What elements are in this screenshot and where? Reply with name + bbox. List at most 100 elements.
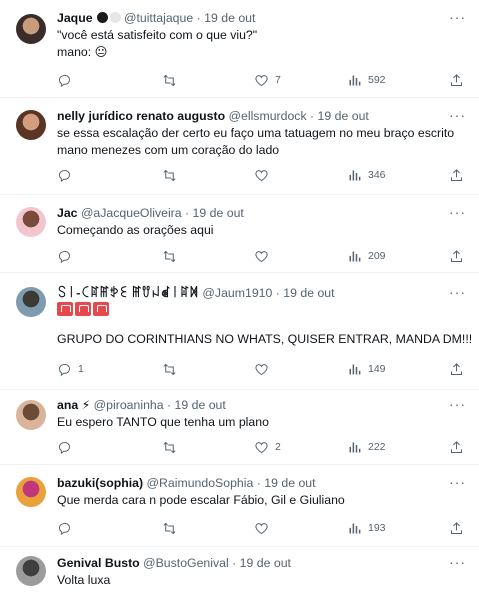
user-handle[interactable]: @aJacqueOliveira — [78, 206, 182, 220]
tweet-content: nelly jurídico renato augusto @ellsmurdo… — [57, 108, 455, 159]
share-icon — [451, 362, 462, 375]
reply-icon — [59, 250, 70, 263]
display-name[interactable]: Jaque — [57, 11, 93, 25]
views-icon — [349, 442, 361, 452]
share-button[interactable] — [449, 247, 464, 265]
reply-button[interactable]: 1 — [57, 360, 84, 378]
tweet-date[interactable]: 19 de out — [318, 109, 369, 123]
views-count: 149 — [368, 363, 386, 375]
reply-icon — [59, 522, 70, 535]
avatar[interactable] — [16, 207, 46, 237]
views-button[interactable]: 222 — [347, 438, 386, 456]
share-button[interactable] — [449, 519, 464, 537]
heart-icon — [255, 74, 268, 86]
tweet-date[interactable]: 19 de out — [175, 398, 226, 412]
views-button[interactable]: 209 — [347, 247, 386, 265]
display-name[interactable]: ana ⚡ — [57, 398, 90, 412]
heart-icon — [255, 522, 268, 534]
share-button[interactable] — [449, 438, 464, 456]
reply-icon — [59, 169, 70, 182]
like-button[interactable] — [254, 519, 269, 537]
reply-button[interactable] — [57, 166, 72, 184]
siren-icon — [57, 302, 73, 316]
display-name[interactable]: Genival Busto — [57, 556, 140, 570]
tweet-actions: 1 149 — [57, 360, 469, 378]
tweet-text-line — [57, 321, 455, 331]
share-button[interactable] — [449, 360, 464, 378]
reply-button[interactable] — [57, 519, 72, 537]
tweet-date[interactable]: 19 de out — [264, 476, 315, 490]
views-button[interactable]: 346 — [347, 166, 386, 184]
like-button[interactable]: 7 — [254, 71, 281, 89]
like-button[interactable]: 2 — [254, 438, 281, 456]
display-name[interactable]: bazuki(sophia) — [57, 476, 143, 490]
retweet-button[interactable] — [162, 519, 177, 537]
views-button[interactable]: 193 — [347, 519, 386, 537]
share-button[interactable] — [449, 166, 464, 184]
retweet-icon — [163, 441, 176, 453]
tweet[interactable]: ··· bazuki(sophia) @RaimundoSophia · 19 d… — [0, 465, 479, 547]
tweet[interactable]: ··· Jaque @tuittajaque · 19 de out "você e… — [0, 0, 479, 98]
like-button[interactable] — [254, 360, 269, 378]
share-button[interactable] — [449, 71, 464, 89]
views-count: 222 — [368, 441, 386, 453]
avatar[interactable] — [16, 400, 46, 430]
avatar[interactable] — [16, 14, 46, 44]
avatar[interactable] — [16, 477, 46, 507]
display-name[interactable]: Jac — [57, 206, 78, 220]
avatar[interactable] — [16, 110, 46, 140]
like-button[interactable] — [254, 247, 269, 265]
tweet-content: Jac @aJacqueOliveira · 19 de out Começand… — [57, 205, 455, 239]
retweet-button[interactable] — [162, 71, 177, 89]
share-icon — [451, 521, 462, 534]
avatar[interactable] — [16, 556, 46, 586]
views-icon — [349, 364, 361, 374]
tweet[interactable]: ··· ana ⚡ @piroaninha · 19 de out Eu esper… — [0, 390, 479, 465]
tweet-header: Jac @aJacqueOliveira · 19 de out — [57, 205, 455, 221]
heart-icon — [255, 363, 268, 375]
reply-icon — [59, 74, 70, 87]
reply-button[interactable] — [57, 247, 72, 265]
separator-dot: · — [181, 206, 193, 220]
tweet-date[interactable]: 19 de out — [240, 556, 291, 570]
tweet-text-line: mano menezes com um coração do lado — [57, 143, 280, 157]
tweet-content: Jaque @tuittajaque · 19 de out "você está… — [57, 10, 455, 61]
retweet-button[interactable] — [162, 166, 177, 184]
display-name[interactable]: ꇙ꒐-ꉔꍏꂵꉣꏂ ꂵꀎꈤꀷ꒐ꍏꁒ — [57, 286, 199, 300]
tweet[interactable]: ··· ꇙ꒐-ꉔꍏꂵꉣꏂ ꂵꀎꈤꀷ꒐ꍏꁒ @Jaum1910 · 19 de ou… — [0, 273, 479, 390]
tweet-date[interactable]: 19 de out — [283, 286, 334, 300]
user-handle[interactable]: @ellsmurdock — [225, 109, 307, 123]
tweet-text-line: mano: 😐 — [57, 45, 108, 59]
tweet-text-line: se essa escalação der certo eu faço uma … — [57, 126, 455, 140]
tweet[interactable]: ··· Genival Busto @BustoGenival · 19 de o… — [0, 547, 479, 598]
tweet-text: se essa escalação der certo eu faço uma … — [57, 125, 455, 159]
reply-button[interactable] — [57, 71, 72, 89]
retweet-icon — [163, 74, 176, 86]
user-handle[interactable]: @piroaninha — [90, 398, 164, 412]
tweet[interactable]: ··· nelly jurídico renato augusto @ellsmu… — [0, 98, 479, 195]
share-icon — [451, 249, 462, 262]
retweet-button[interactable] — [162, 360, 177, 378]
display-name[interactable]: nelly jurídico renato augusto — [57, 109, 225, 123]
reply-button[interactable] — [57, 438, 72, 456]
retweet-icon — [163, 250, 176, 262]
views-button[interactable]: 592 — [347, 71, 386, 89]
retweet-icon — [163, 522, 176, 534]
tweet-date[interactable]: 19 de out — [204, 11, 255, 25]
tweet[interactable]: ··· Jac @aJacqueOliveira · 19 de out Começ… — [0, 195, 479, 273]
tweet-text: Eu espero TANTO que tenha um plano — [57, 414, 455, 431]
retweet-button[interactable] — [162, 438, 177, 456]
views-button[interactable]: 149 — [347, 360, 386, 378]
user-handle[interactable]: @BustoGenival — [140, 556, 229, 570]
user-handle[interactable]: @Jaum1910 — [199, 286, 272, 300]
tweet-actions: 7 592 — [57, 71, 469, 89]
avatar[interactable] — [16, 287, 46, 317]
like-button[interactable] — [254, 166, 269, 184]
user-handle[interactable]: @tuittajaque — [121, 11, 193, 25]
retweet-button[interactable] — [162, 247, 177, 265]
user-handle[interactable]: @RaimundoSophia — [143, 476, 254, 490]
heart-icon — [255, 169, 268, 181]
tweet-date[interactable]: 19 de out — [193, 206, 244, 220]
reply-icon — [59, 441, 70, 454]
share-icon — [451, 73, 462, 86]
